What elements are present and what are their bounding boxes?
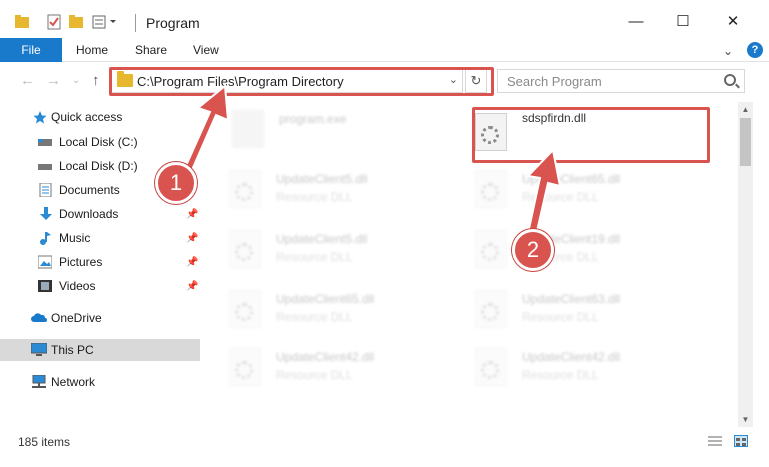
ribbon-tabs: File Home Share View ⌄ ?: [0, 38, 769, 62]
gear-icon: [481, 126, 499, 144]
tab-share[interactable]: Share: [135, 38, 167, 62]
music-icon: [39, 231, 53, 245]
up-arrow-icon[interactable]: ↑: [92, 72, 100, 89]
dll-file-icon: [475, 348, 507, 386]
tab-view[interactable]: View: [193, 38, 219, 62]
status-bar: 185 items: [0, 427, 769, 467]
list-item[interactable]: UpdateClient5.dll Resource DLL: [203, 224, 443, 274]
customize-toolbar-icon[interactable]: [92, 14, 116, 30]
dll-file-icon: [229, 230, 261, 268]
expand-ribbon-icon[interactable]: ⌄: [723, 44, 733, 58]
dll-file-icon: [475, 290, 507, 328]
list-item[interactable]: program.exe: [206, 104, 446, 154]
scroll-up-icon[interactable]: ▲: [738, 102, 753, 117]
address-path: C:\Program Files\Program Directory: [137, 74, 344, 89]
step-1-badge: 1: [155, 162, 197, 204]
star-icon: [33, 110, 47, 124]
pictures-icon: [37, 255, 53, 269]
scroll-thumb[interactable]: [740, 118, 751, 166]
gear-icon: [481, 183, 499, 201]
sidebar-item-music[interactable]: Music 📌: [0, 227, 200, 249]
item-count: 185 items: [18, 435, 71, 449]
navigation-pane: Quick access Local Disk (C:) Local Disk …: [0, 102, 200, 427]
sidebar-item-onedrive[interactable]: OneDrive: [0, 307, 200, 329]
vertical-scrollbar[interactable]: ▲ ▼: [738, 102, 753, 427]
file-list: program.exe sdspfirdn.dll UpdateClient5.…: [200, 102, 738, 427]
back-arrow-icon[interactable]: ←: [20, 72, 35, 89]
search-icon: [724, 74, 736, 86]
forward-arrow-icon[interactable]: →: [46, 72, 61, 89]
title-bar: Program — ☐ ✕: [0, 0, 769, 38]
refresh-button[interactable]: ↻: [465, 69, 487, 93]
navigation-bar: ← → ⌄ ↑ C:\Program Files\Program Directo…: [0, 62, 769, 102]
dll-file-icon: [229, 290, 261, 328]
address-bar[interactable]: C:\Program Files\Program Directory ⌄: [110, 69, 463, 93]
window-title: Program: [146, 15, 200, 31]
gear-icon: [481, 361, 499, 379]
sidebar-item-local-disk-c[interactable]: Local Disk (C:): [0, 131, 200, 153]
sidebar-item-quick-access[interactable]: Quick access: [0, 106, 200, 128]
gear-icon: [235, 303, 253, 321]
drive-icon: [38, 136, 52, 150]
pin-icon[interactable]: 📌: [186, 233, 198, 244]
sidebar-item-videos[interactable]: Videos 📌: [0, 275, 200, 297]
folder-icon: [117, 71, 133, 87]
videos-icon: [38, 279, 52, 293]
sidebar-item-network[interactable]: Network: [0, 371, 200, 393]
list-item[interactable]: UpdateClient65.dll Resource DLL: [449, 164, 689, 214]
sidebar-item-downloads[interactable]: Downloads 📌: [0, 203, 200, 225]
dll-file-icon: [475, 113, 507, 151]
exe-file-icon: [232, 110, 264, 148]
sidebar-item-this-pc[interactable]: This PC: [0, 339, 200, 361]
drive-icon: [38, 160, 52, 174]
new-folder-icon[interactable]: [68, 14, 84, 30]
step-2-badge: 2: [512, 229, 554, 271]
minimize-button[interactable]: —: [613, 4, 659, 38]
gear-icon: [481, 243, 499, 261]
list-item[interactable]: UpdateClient42.dll Resource DLL: [449, 342, 689, 392]
chevron-down-icon[interactable]: ⌄: [449, 73, 458, 86]
tab-home[interactable]: Home: [76, 38, 108, 62]
dll-file-icon: [475, 170, 507, 208]
list-item[interactable]: UpdateClient19.dll Resource DLL: [449, 224, 689, 274]
recent-locations-icon[interactable]: ⌄: [72, 75, 80, 86]
list-item[interactable]: UpdateClient65.dll Resource DLL: [203, 284, 443, 334]
dll-file-icon: [475, 230, 507, 268]
scroll-down-icon[interactable]: ▼: [738, 412, 753, 427]
folder-icon: [14, 14, 30, 30]
search-input[interactable]: Search Program: [497, 69, 745, 93]
maximize-button[interactable]: ☐: [660, 4, 706, 38]
dll-file-icon: [229, 348, 261, 386]
title-separator: [135, 14, 136, 32]
computer-icon: [30, 342, 48, 357]
gear-icon: [235, 243, 253, 261]
gear-icon: [481, 303, 499, 321]
dll-file-icon: [229, 170, 261, 208]
tab-file[interactable]: File: [0, 38, 62, 62]
gear-icon: [235, 361, 253, 379]
download-icon: [39, 207, 53, 221]
search-placeholder: Search Program: [507, 74, 602, 89]
large-icons-view-icon[interactable]: [734, 435, 748, 447]
network-icon: [31, 374, 46, 389]
cloud-icon: [31, 312, 47, 326]
pin-icon[interactable]: 📌: [186, 281, 198, 292]
properties-icon[interactable]: [46, 14, 62, 30]
sidebar-item-pictures[interactable]: Pictures 📌: [0, 251, 200, 273]
list-item-sdspfirdn[interactable]: sdspfirdn.dll: [449, 107, 689, 157]
list-item[interactable]: UpdateClient5.dll Resource DLL: [203, 164, 443, 214]
details-view-icon[interactable]: [708, 435, 722, 447]
list-item[interactable]: UpdateClient63.dll Resource DLL: [449, 284, 689, 334]
documents-icon: [39, 182, 53, 198]
pin-icon[interactable]: 📌: [186, 257, 198, 268]
list-item[interactable]: UpdateClient42.dll Resource DLL: [203, 342, 443, 392]
help-icon[interactable]: ?: [747, 42, 763, 58]
close-button[interactable]: ✕: [710, 4, 756, 38]
pin-icon[interactable]: 📌: [186, 209, 198, 220]
gear-icon: [235, 183, 253, 201]
